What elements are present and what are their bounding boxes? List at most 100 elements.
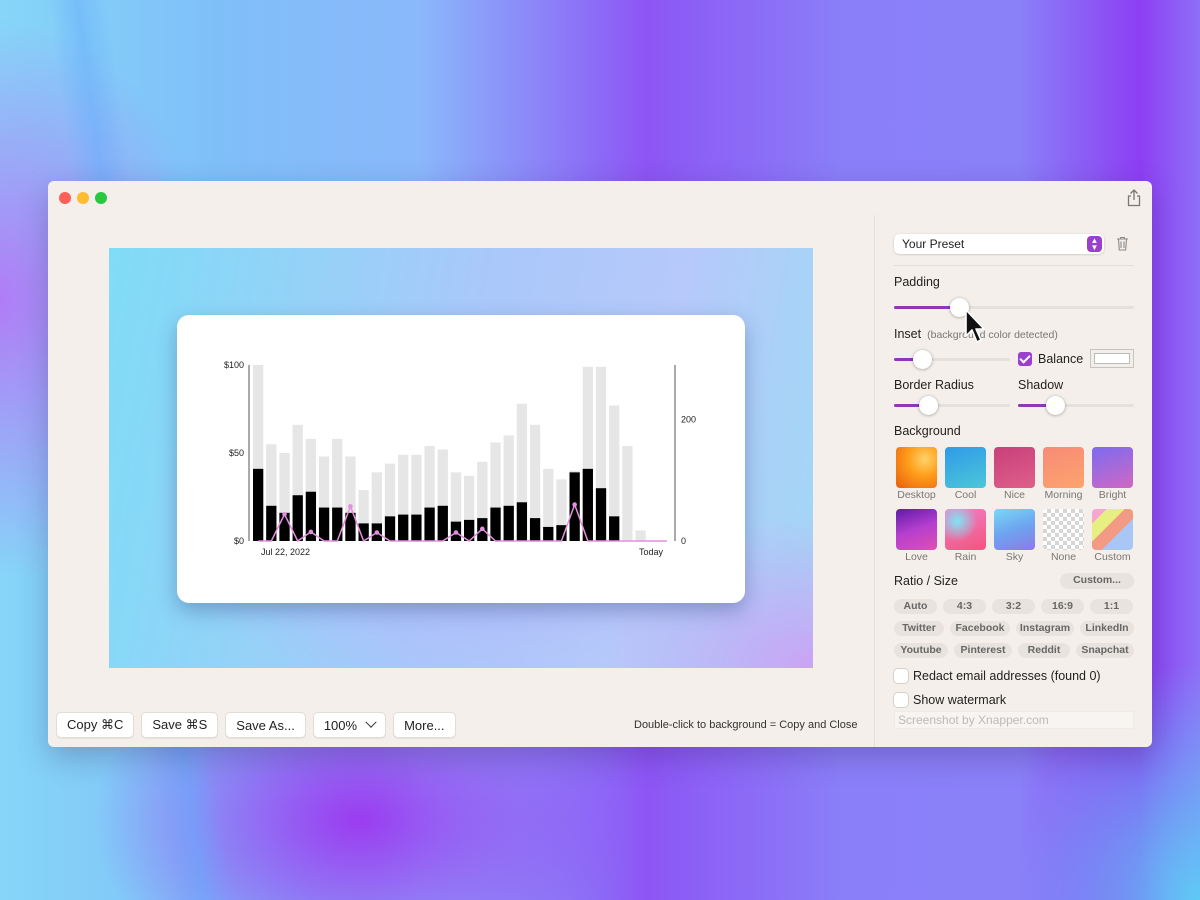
y-left-tick-label: $100 xyxy=(224,360,244,370)
copy-button[interactable]: Copy ⌘C xyxy=(56,712,135,738)
size-youtube[interactable]: Youtube xyxy=(894,643,948,658)
ratio-1-1[interactable]: 1:1 xyxy=(1090,599,1133,614)
ratio-auto[interactable]: Auto xyxy=(894,599,937,614)
shadow-slider-knob[interactable] xyxy=(1046,396,1066,415)
border-radius-slider-knob[interactable] xyxy=(918,396,938,415)
bar-part xyxy=(279,512,290,541)
inset-color-swatch xyxy=(1094,353,1130,364)
inset-color-well[interactable] xyxy=(1090,349,1134,368)
double-click-hint: Double-click to background = Copy and Cl… xyxy=(634,719,858,731)
screenshot-card: $0 $50 $100 0 200 Jul 22, 2022 Today xyxy=(177,315,745,603)
chevron-updown-icon: ▲ ▼ xyxy=(1087,236,1102,252)
ratio-16-9[interactable]: 16:9 xyxy=(1041,599,1084,614)
background-cool[interactable]: Cool xyxy=(945,447,986,501)
app-window: $0 $50 $100 0 200 Jul 22, 2022 Today Copy ⌘C S… xyxy=(48,181,1152,747)
inset-slider-knob[interactable] xyxy=(912,350,932,369)
bar-part xyxy=(490,507,501,541)
chevron-down-icon xyxy=(365,716,377,728)
redact-email-label: Redact email addresses (found 0) xyxy=(913,669,1101,683)
shadow-label: Shadow xyxy=(1018,378,1064,392)
save-button-label: Save ⌘S xyxy=(152,717,208,732)
padding-label: Padding xyxy=(894,275,940,289)
zoom-window-button[interactable] xyxy=(95,192,107,204)
bar-part xyxy=(411,514,422,541)
bar-part xyxy=(424,507,435,541)
inset-slider[interactable] xyxy=(894,349,1010,369)
point-count xyxy=(480,526,485,532)
inset-label: Inset (background color detected) xyxy=(894,327,1058,341)
shadow-slider[interactable] xyxy=(1018,395,1134,415)
bottom-toolbar: Copy ⌘C Save ⌘S Save As... 100% More... xyxy=(56,712,456,738)
ratio-3-2[interactable]: 3:2 xyxy=(992,599,1035,614)
background-none[interactable]: None xyxy=(1043,509,1084,563)
more-button[interactable]: More... xyxy=(393,712,456,738)
size-facebook[interactable]: Facebook xyxy=(950,621,1010,636)
bar-part xyxy=(609,516,620,541)
bar-part xyxy=(516,502,528,541)
minimize-window-button[interactable] xyxy=(77,192,89,204)
size-pinterest[interactable]: Pinterest xyxy=(954,643,1012,658)
watermark-placeholder: Screenshot by Xnapper.com xyxy=(898,713,1049,727)
bar-line-chart: $0 $50 $100 0 200 Jul 22, 2022 Today xyxy=(224,360,696,557)
bar-part xyxy=(529,518,541,541)
y-right-tick-label: 200 xyxy=(681,415,696,425)
balance-checkbox[interactable] xyxy=(1018,352,1032,366)
save-as-button[interactable]: Save As... xyxy=(225,712,306,738)
background-nice[interactable]: Nice xyxy=(994,447,1035,501)
point-count xyxy=(453,530,459,535)
custom-size-button[interactable]: Custom... xyxy=(1060,573,1134,589)
background-label: Background xyxy=(894,424,961,438)
show-watermark-label: Show watermark xyxy=(913,693,1007,707)
ratio-4-3[interactable]: 4:3 xyxy=(943,599,986,614)
bar-total xyxy=(635,530,646,541)
y-left-tick-label: $50 xyxy=(229,448,244,458)
watermark-text-input[interactable]: Screenshot by Xnapper.com xyxy=(894,711,1134,729)
background-desktop[interactable]: Desktop xyxy=(896,447,937,501)
zoom-dropdown[interactable]: 100% xyxy=(312,712,387,738)
point-count xyxy=(374,530,380,535)
size-reddit[interactable]: Reddit xyxy=(1018,643,1070,658)
settings-sidebar: Your Preset ▲ ▼ Padding Inset (background … xyxy=(894,181,1134,747)
balance-label: Balance xyxy=(1038,352,1084,366)
x-tick-label: Today xyxy=(639,547,664,557)
trash-icon[interactable] xyxy=(1116,236,1129,251)
screenshot-preview-canvas[interactable]: $0 $50 $100 0 200 Jul 22, 2022 Today xyxy=(109,248,813,668)
background-love[interactable]: Love xyxy=(896,509,937,563)
preset-select[interactable]: Your Preset ▲ ▼ xyxy=(894,234,1104,254)
y-left-tick-label: $0 xyxy=(234,536,244,546)
border-radius-slider[interactable] xyxy=(894,395,1010,415)
border-radius-label: Border Radius xyxy=(894,378,974,392)
background-bright[interactable]: Bright xyxy=(1092,447,1133,501)
show-watermark-checkbox[interactable] xyxy=(894,693,908,707)
redact-email-checkbox[interactable] xyxy=(894,669,908,683)
background-custom[interactable]: Custom xyxy=(1092,509,1133,563)
background-morning[interactable]: Morning xyxy=(1043,447,1084,501)
zoom-dropdown-value: 100% xyxy=(323,717,358,733)
ratio-size-label: Ratio / Size xyxy=(894,574,958,588)
bar-part xyxy=(503,505,514,541)
sidebar-divider xyxy=(874,215,875,747)
background-swatches: Desktop Cool Nice Morning Bright Love Ra… xyxy=(896,447,1133,563)
bar-part xyxy=(332,507,343,541)
background-rain[interactable]: Rain xyxy=(945,509,986,563)
bar-part xyxy=(595,488,607,541)
padding-slider[interactable] xyxy=(894,297,1134,317)
size-linkedin[interactable]: LinkedIn xyxy=(1080,621,1134,636)
padding-slider-knob[interactable] xyxy=(949,298,969,317)
size-twitter[interactable]: Twitter xyxy=(894,621,944,636)
bar-part xyxy=(266,505,277,541)
size-snapchat[interactable]: Snapchat xyxy=(1076,643,1134,658)
point-count xyxy=(282,511,287,517)
save-button[interactable]: Save ⌘S xyxy=(141,712,219,738)
traffic-lights xyxy=(59,192,107,204)
x-tick-label: Jul 22, 2022 xyxy=(261,547,310,557)
bar-part xyxy=(384,516,396,541)
size-instagram[interactable]: Instagram xyxy=(1016,621,1074,636)
bar-part xyxy=(253,468,264,541)
bar-part xyxy=(398,514,409,541)
bar-part xyxy=(543,526,554,541)
background-sky[interactable]: Sky xyxy=(994,509,1035,563)
more-button-label: More... xyxy=(404,717,445,733)
point-count xyxy=(348,504,353,509)
close-window-button[interactable] xyxy=(59,192,71,204)
